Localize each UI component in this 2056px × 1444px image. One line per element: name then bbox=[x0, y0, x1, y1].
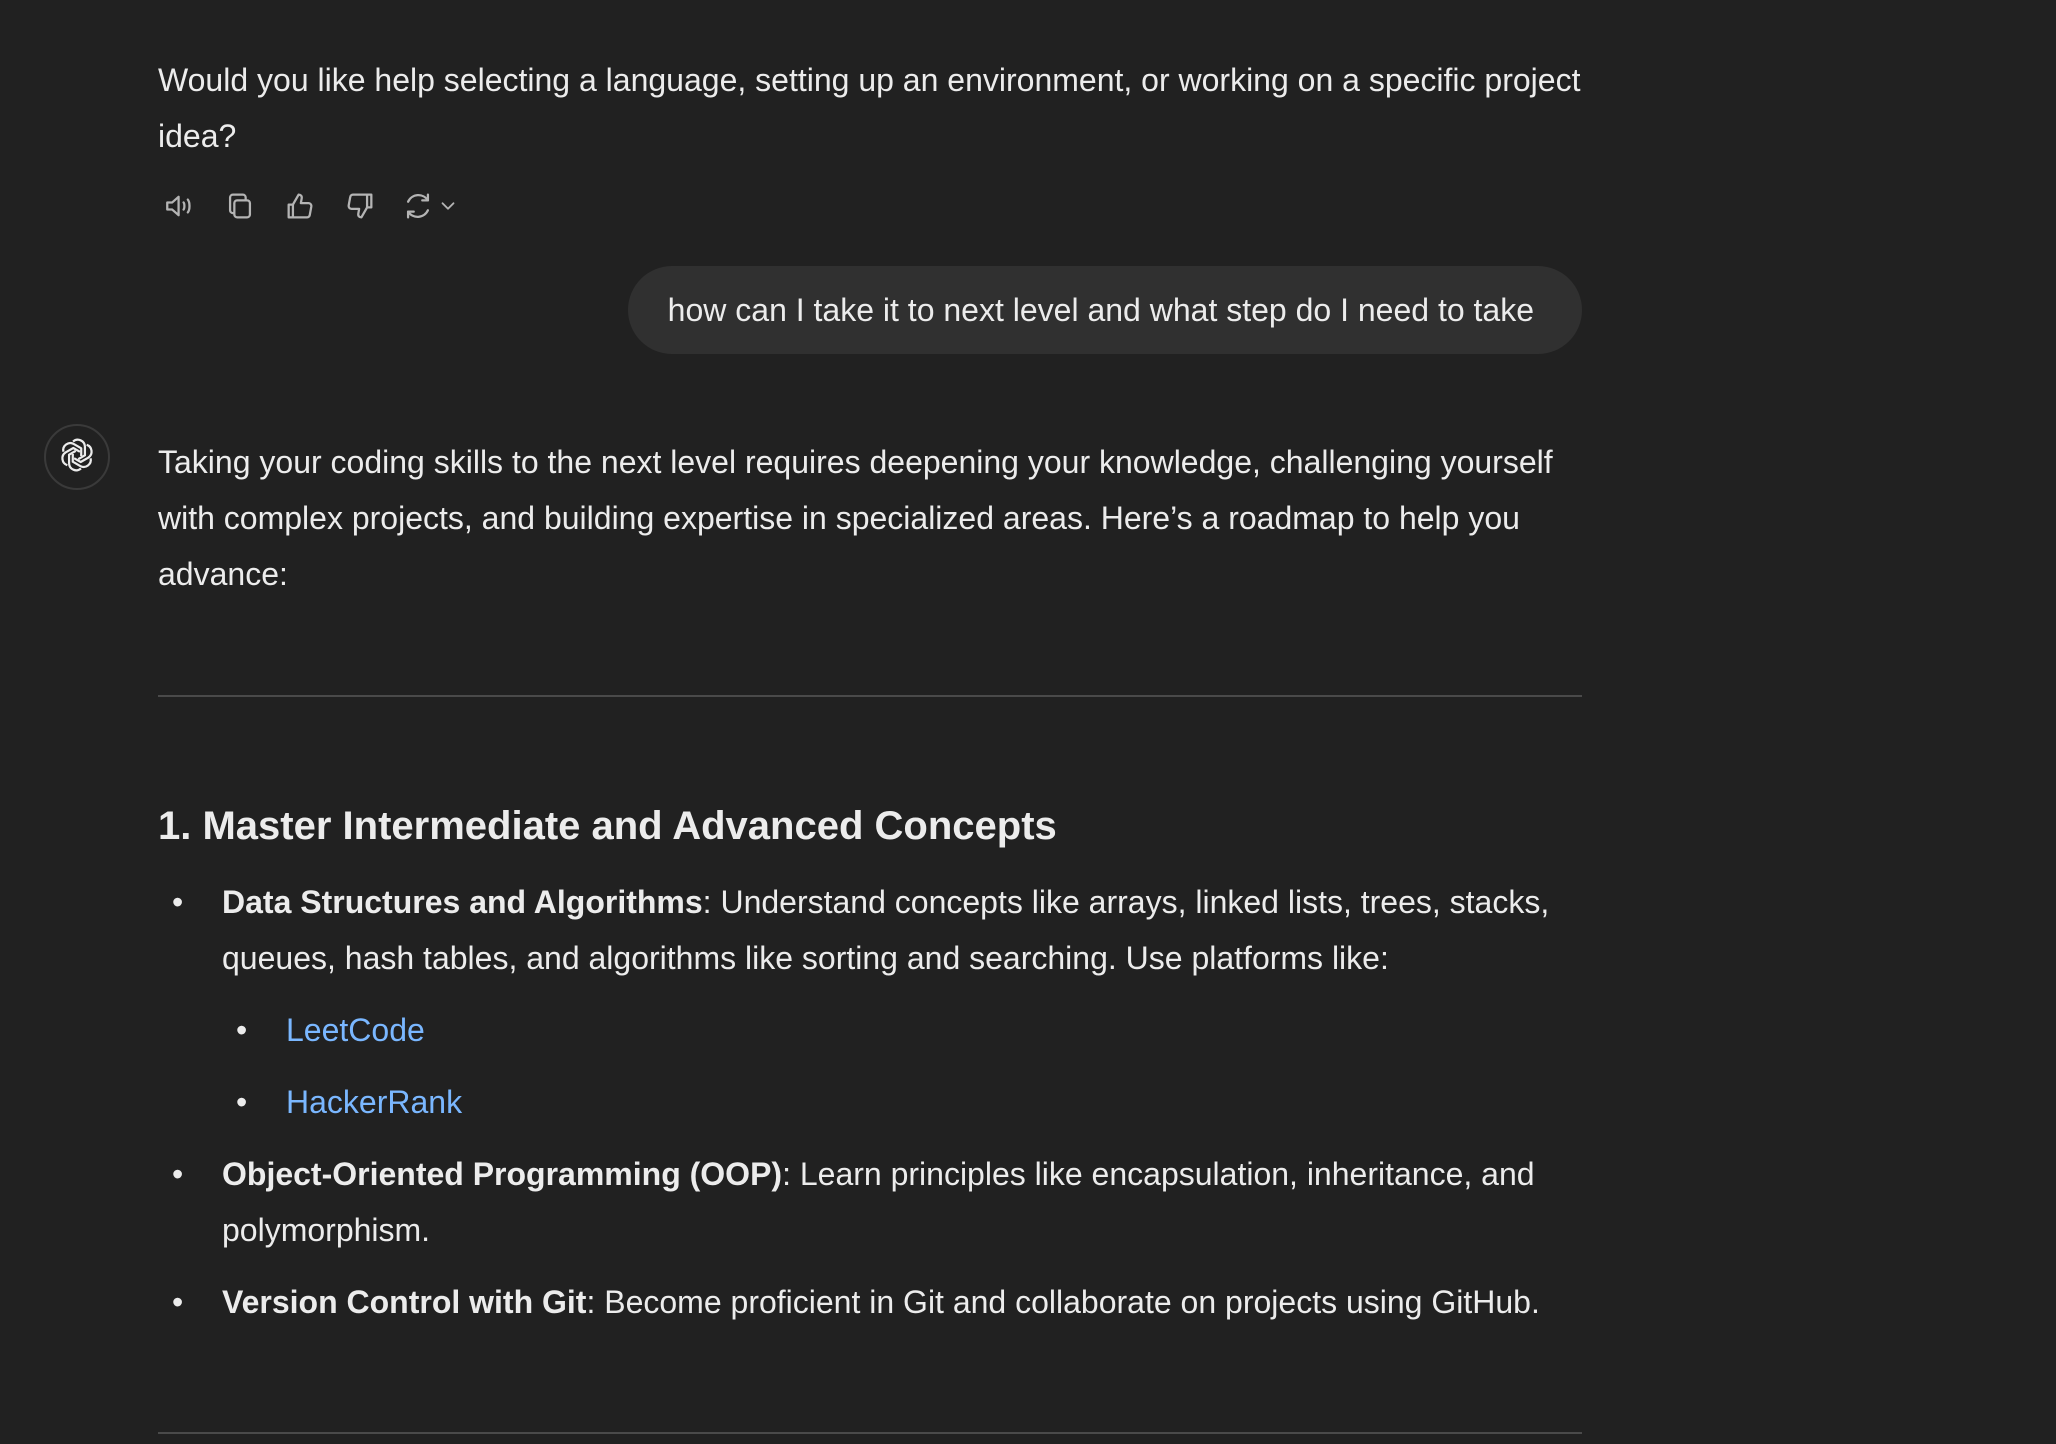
concepts-list: Data Structures and Algorithms: Understa… bbox=[158, 874, 1582, 1346]
read-aloud-button[interactable] bbox=[158, 188, 202, 228]
previous-assistant-text: Would you like help selecting a language… bbox=[158, 62, 1581, 154]
chevron-down-icon bbox=[435, 195, 459, 222]
regenerate-button[interactable] bbox=[398, 188, 462, 228]
assistant-intro-text: Taking your coding skills to the next le… bbox=[158, 444, 1553, 592]
list-item-title: Version Control with Git bbox=[222, 1284, 587, 1320]
regenerate-icon bbox=[401, 189, 435, 228]
user-message-text: how can I take it to next level and what… bbox=[667, 291, 1534, 328]
list-item-title: Object-Oriented Programming (OOP) bbox=[222, 1156, 783, 1192]
leetcode-link[interactable]: LeetCode bbox=[286, 1012, 425, 1048]
openai-logo-icon bbox=[58, 436, 96, 479]
bad-response-button[interactable] bbox=[338, 188, 382, 228]
good-response-button[interactable] bbox=[278, 188, 322, 228]
assistant-avatar bbox=[44, 424, 110, 490]
section-heading: 1. Master Intermediate and Advanced Conc… bbox=[158, 804, 1057, 848]
platform-list: LeetCode HackerRank bbox=[222, 1002, 1582, 1130]
hackerrank-link[interactable]: HackerRank bbox=[286, 1084, 462, 1120]
user-message-bubble: how can I take it to next level and what… bbox=[627, 266, 1582, 354]
divider bbox=[158, 1432, 1582, 1434]
list-item: HackerRank bbox=[222, 1074, 1582, 1130]
list-item: LeetCode bbox=[222, 1002, 1582, 1058]
thumbs-down-icon bbox=[343, 189, 377, 228]
thumbs-up-icon bbox=[283, 189, 317, 228]
list-item: Data Structures and Algorithms: Understa… bbox=[158, 874, 1582, 1130]
copy-button[interactable] bbox=[218, 188, 262, 228]
message-actions bbox=[158, 188, 478, 228]
list-item-title: Data Structures and Algorithms bbox=[222, 884, 703, 920]
copy-icon bbox=[223, 189, 257, 228]
divider bbox=[158, 695, 1582, 697]
list-item: Version Control with Git: Become profici… bbox=[158, 1274, 1582, 1330]
speaker-icon bbox=[163, 189, 197, 228]
list-item: Object-Oriented Programming (OOP): Learn… bbox=[158, 1146, 1582, 1258]
list-item-text: : Become proficient in Git and collabora… bbox=[586, 1284, 1540, 1320]
